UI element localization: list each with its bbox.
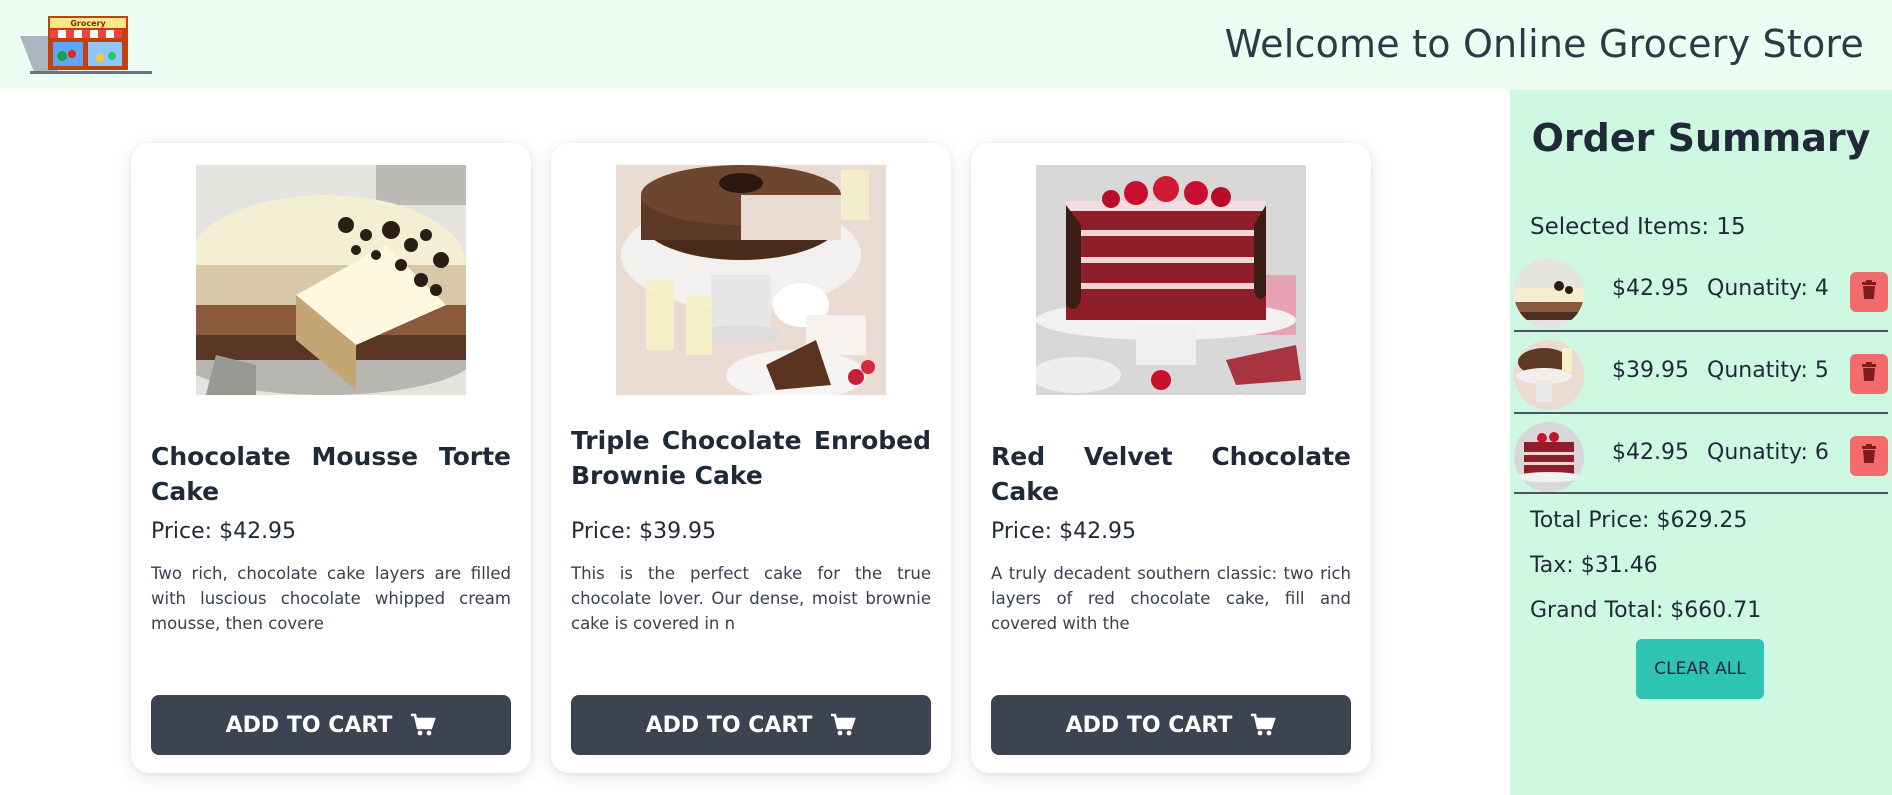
product-description: Two rich, chocolate cake layers are fill… — [151, 564, 511, 633]
header: Grocery Welcome to Online Grocery Store — [0, 0, 1892, 90]
product-image-red-velvet-chocolate — [1036, 165, 1306, 395]
order-summary-panel: Order Summary Selected Items: 15 $42.95 … — [1510, 90, 1892, 795]
grocery-store-logo-icon[interactable]: Grocery — [20, 14, 152, 76]
shopping-cart-icon — [830, 713, 857, 737]
clear-all-button[interactable]: CLEAR ALL — [1636, 639, 1764, 699]
order-summary-title: Order Summary — [1531, 116, 1871, 160]
order-item-thumbnail — [1514, 422, 1584, 492]
shopping-cart-icon — [1250, 713, 1277, 737]
site-title: Welcome to Online Grocery Store — [1224, 22, 1864, 66]
product-title: Triple Chocolate Enrobed Brownie Cake — [571, 426, 931, 490]
product-card: Red Velvet Chocolate Cake Price: $42.95 … — [971, 143, 1371, 773]
add-to-cart-button[interactable]: ADD TO CART — [571, 695, 931, 755]
order-item-row: $42.95 Qunatity: 6 — [1514, 414, 1888, 496]
trash-icon — [1861, 444, 1877, 468]
grand-total: Grand Total: $660.71 — [1530, 598, 1762, 623]
trash-icon — [1861, 280, 1877, 304]
delete-item-button[interactable] — [1850, 436, 1888, 476]
product-title: Red Velvet Chocolate Cake — [991, 442, 1351, 506]
tax-amount: Tax: $31.46 — [1530, 553, 1658, 578]
logo-text: Grocery — [70, 19, 106, 28]
trash-icon — [1861, 362, 1877, 386]
product-image-triple-chocolate-brownie — [616, 165, 886, 395]
add-to-cart-button[interactable]: ADD TO CART — [151, 695, 511, 755]
order-item-price: $42.95 — [1612, 440, 1689, 465]
delete-item-button[interactable] — [1850, 272, 1888, 312]
product-card: Triple Chocolate Enrobed Brownie Cake Pr… — [551, 143, 951, 773]
shopping-cart-icon — [410, 713, 437, 737]
total-price: Total Price: $629.25 — [1530, 508, 1748, 533]
delete-item-button[interactable] — [1850, 354, 1888, 394]
product-image-chocolate-mousse-torte — [196, 165, 466, 395]
order-item-row: $39.95 Qunatity: 5 — [1514, 332, 1888, 414]
add-to-cart-label: ADD TO CART — [225, 712, 393, 738]
selected-items-count: Selected Items: 15 — [1530, 214, 1746, 240]
order-item-price: $39.95 — [1612, 358, 1689, 383]
add-to-cart-button[interactable]: ADD TO CART — [991, 695, 1351, 755]
product-price: Price: $42.95 — [151, 519, 297, 544]
add-to-cart-label: ADD TO CART — [1065, 712, 1233, 738]
row-divider — [1514, 492, 1888, 494]
product-description: A truly decadent southern classic: two r… — [991, 564, 1351, 633]
product-description: This is the perfect cake for the true ch… — [571, 564, 931, 633]
order-item-quantity: Qunatity: 5 — [1707, 358, 1829, 383]
product-card: Chocolate Mousse Torte Cake Price: $42.9… — [131, 143, 531, 773]
product-title: Chocolate Mousse Torte Cake — [151, 442, 511, 506]
order-item-quantity: Qunatity: 6 — [1707, 440, 1829, 465]
order-item-thumbnail — [1514, 340, 1584, 410]
product-price: Price: $42.95 — [991, 519, 1137, 544]
order-item-quantity: Qunatity: 4 — [1707, 276, 1829, 301]
product-price: Price: $39.95 — [571, 519, 717, 544]
order-item-row: $42.95 Qunatity: 4 — [1514, 250, 1888, 332]
order-item-thumbnail — [1514, 258, 1584, 328]
order-item-price: $42.95 — [1612, 276, 1689, 301]
add-to-cart-label: ADD TO CART — [645, 712, 813, 738]
